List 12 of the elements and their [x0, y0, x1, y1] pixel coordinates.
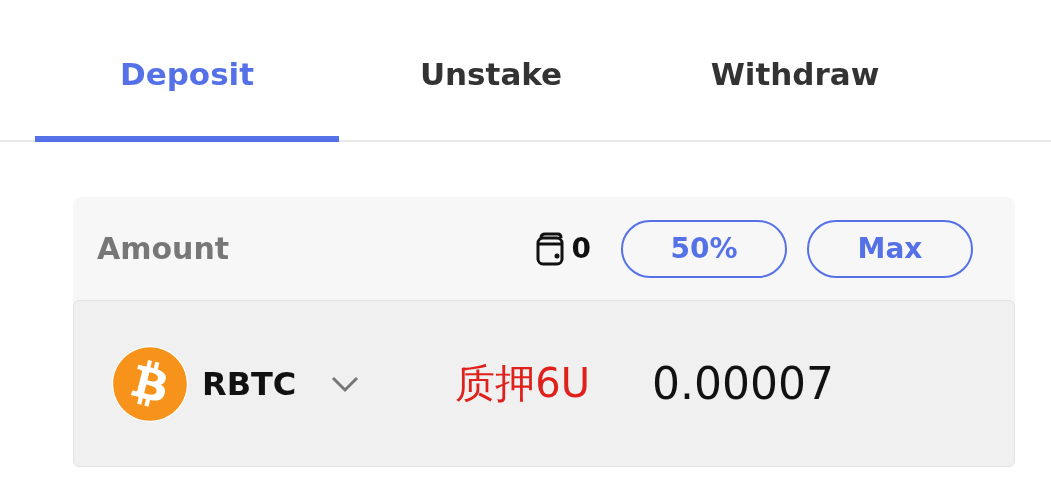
tab[interactable]: Deposit: [35, 0, 339, 142]
chevron-down-icon[interactable]: [330, 374, 361, 393]
token-symbol[interactable]: RBTC: [202, 364, 297, 403]
tab[interactable]: Withdraw: [643, 0, 947, 142]
annotation-text: 质押6U: [455, 359, 591, 408]
amount-value[interactable]: 0.00007: [652, 358, 835, 409]
balance-value: 0: [571, 232, 591, 265]
tab[interactable]: Unstake: [339, 0, 643, 142]
amount-button[interactable]: 50%: [621, 219, 787, 278]
amount-button[interactable]: Max: [807, 219, 973, 278]
amount-label: Amount: [97, 231, 231, 266]
wallet-icon: [535, 231, 564, 266]
